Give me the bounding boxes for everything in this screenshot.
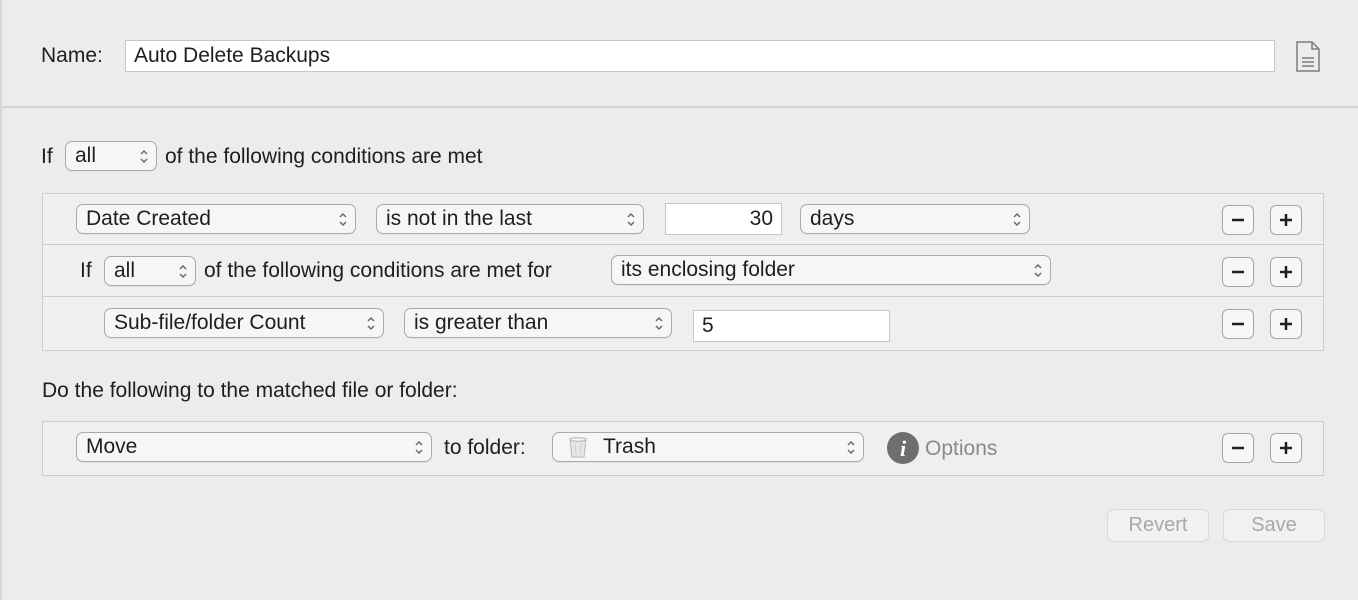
action-popup[interactable]: Move (76, 432, 432, 462)
nested-operator-value: is greater than (414, 311, 549, 334)
name-section: Name: Auto Delete Backups (0, 0, 1358, 108)
chevron-updown-icon (367, 316, 375, 331)
days-value-field[interactable]: 30 (665, 203, 782, 235)
document-icon[interactable] (1295, 41, 1321, 72)
options-button[interactable]: i Options (887, 432, 1017, 464)
folder-popup[interactable]: Trash (552, 432, 864, 462)
nested-attribute-value: Sub-file/folder Count (114, 311, 306, 334)
chevron-updown-icon (140, 149, 148, 164)
action-value: Move (86, 435, 138, 458)
conditions-suffix: of the following conditions are met (165, 145, 483, 168)
add-condition-button[interactable] (1270, 205, 1302, 235)
actions-heading: Do the following to the matched file or … (42, 379, 458, 402)
options-label: Options (925, 437, 998, 460)
name-field[interactable]: Auto Delete Backups (125, 40, 1275, 72)
folder-value: Trash (603, 435, 656, 458)
target-value: its enclosing folder (621, 258, 795, 281)
match-mode-value: all (75, 144, 97, 167)
plus-icon (1280, 266, 1292, 278)
revert-button[interactable]: Revert (1107, 509, 1209, 542)
chevron-updown-icon (1013, 212, 1021, 227)
plus-icon (1280, 442, 1292, 454)
remove-condition-button[interactable] (1222, 205, 1254, 235)
add-condition-button[interactable] (1270, 309, 1302, 339)
nested-attribute-popup[interactable]: Sub-file/folder Count (104, 308, 384, 338)
add-action-button[interactable] (1270, 433, 1302, 463)
trash-icon (569, 437, 587, 458)
nested-if-label: If (80, 259, 92, 282)
nested-match-mode-value: all (114, 259, 136, 282)
plus-icon (1280, 318, 1292, 330)
remove-condition-button[interactable] (1222, 257, 1254, 287)
minus-icon (1232, 218, 1244, 222)
chevron-updown-icon (179, 264, 187, 279)
svg-text:i: i (900, 436, 907, 461)
section-divider (2, 106, 1358, 108)
add-condition-button[interactable] (1270, 257, 1302, 287)
info-icon: i (887, 432, 919, 464)
chevron-updown-icon (655, 316, 663, 331)
nested-conditions-text: of the following conditions are met for (204, 259, 552, 282)
count-value-field[interactable]: 5 (693, 310, 890, 342)
match-mode-popup[interactable]: all (65, 141, 157, 171)
chevron-updown-icon (339, 212, 347, 227)
remove-condition-button[interactable] (1222, 309, 1254, 339)
minus-icon (1232, 322, 1244, 326)
unit-value: days (810, 207, 855, 230)
remove-action-button[interactable] (1222, 433, 1254, 463)
if-label: If (41, 145, 53, 168)
chevron-updown-icon (847, 440, 855, 455)
attribute-value: Date Created (86, 207, 211, 230)
plus-icon (1280, 214, 1292, 226)
minus-icon (1232, 446, 1244, 450)
chevron-updown-icon (415, 440, 423, 455)
minus-icon (1232, 270, 1244, 274)
row-divider (43, 244, 1323, 245)
row-divider (43, 296, 1323, 297)
operator-value: is not in the last (386, 207, 532, 230)
nested-operator-popup[interactable]: is greater than (404, 308, 672, 338)
target-popup[interactable]: its enclosing folder (611, 255, 1051, 285)
name-label: Name: (41, 44, 103, 67)
save-button[interactable]: Save (1223, 509, 1325, 542)
chevron-updown-icon (1034, 263, 1042, 278)
operator-popup[interactable]: is not in the last (376, 204, 644, 234)
chevron-updown-icon (627, 212, 635, 227)
to-folder-label: to folder: (444, 436, 526, 459)
attribute-popup[interactable]: Date Created (76, 204, 356, 234)
nested-match-mode-popup[interactable]: all (104, 256, 196, 286)
unit-popup[interactable]: days (800, 204, 1030, 234)
